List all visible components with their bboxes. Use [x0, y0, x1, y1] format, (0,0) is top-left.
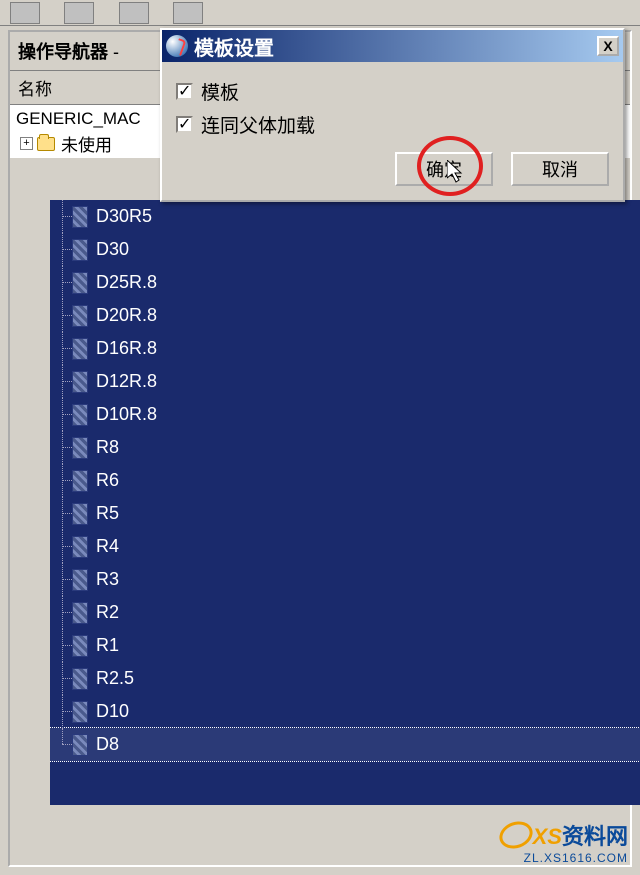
list-item[interactable]: R4 [50, 530, 640, 563]
folder-icon [37, 137, 55, 151]
tool-label: R4 [96, 536, 119, 557]
tool-label: R1 [96, 635, 119, 656]
watermark-url: ZL.XS1616.COM [499, 851, 629, 865]
list-item[interactable]: R2 [50, 596, 640, 629]
tool-icon [72, 371, 88, 393]
tool-label: R5 [96, 503, 119, 524]
dialog-titlebar[interactable]: 模板设置 X [162, 30, 623, 62]
close-button[interactable]: X [597, 36, 619, 56]
watermark-ring-icon [495, 817, 536, 853]
toolbar-button[interactable] [119, 2, 149, 24]
watermark-xs: XS [533, 824, 562, 849]
tool-icon [72, 503, 88, 525]
list-item[interactable]: D16R.8 [50, 332, 640, 365]
list-item[interactable]: R6 [50, 464, 640, 497]
list-item[interactable]: R1 [50, 629, 640, 662]
dialog-button-row: 确定 取消 [176, 152, 609, 186]
tool-label: D30R5 [96, 206, 152, 227]
dialog-title: 模板设置 [194, 32, 597, 61]
tool-label: R3 [96, 569, 119, 590]
tool-icon [72, 668, 88, 690]
tool-list[interactable]: D30R5 D30 D25R.8 D20R.8 D16R.8 D12R.8 D1… [50, 200, 640, 805]
list-item[interactable]: D10R.8 [50, 398, 640, 431]
tool-icon [72, 734, 88, 756]
list-item[interactable]: D12R.8 [50, 365, 640, 398]
tool-label: D16R.8 [96, 338, 157, 359]
tool-label: D10R.8 [96, 404, 157, 425]
list-item[interactable]: D20R.8 [50, 299, 640, 332]
list-item[interactable]: R8 [50, 431, 640, 464]
toolbar-button[interactable] [64, 2, 94, 24]
watermark: XS资料网 ZL.XS1616.COM [499, 818, 629, 865]
navigator-title-text: 操作导航器 [18, 42, 108, 62]
checkbox-icon[interactable] [176, 83, 193, 100]
template-checkbox-label: 模板 [201, 78, 239, 105]
tool-icon [72, 404, 88, 426]
tool-icon [72, 338, 88, 360]
list-item[interactable]: D30 [50, 233, 640, 266]
top-toolbar [0, 0, 640, 26]
watermark-rest: 资料网 [562, 824, 628, 849]
list-item[interactable]: D30R5 [50, 200, 640, 233]
checkbox-icon[interactable] [176, 116, 193, 133]
tool-icon [72, 536, 88, 558]
list-item[interactable]: D10 [50, 695, 640, 728]
toolbar-button[interactable] [10, 2, 40, 24]
ok-button-wrap: 确定 [395, 152, 493, 186]
tool-icon [72, 305, 88, 327]
tool-icon [72, 437, 88, 459]
template-settings-dialog: 模板设置 X 模板 连同父体加载 确定 取消 [160, 28, 625, 202]
load-with-parent-checkbox-label: 连同父体加载 [201, 111, 315, 138]
tool-label: D10 [96, 701, 129, 722]
toolbar-button[interactable] [173, 2, 203, 24]
tool-label: R2.5 [96, 668, 134, 689]
list-item[interactable]: R3 [50, 563, 640, 596]
tool-icon [72, 206, 88, 228]
tool-label: R8 [96, 437, 119, 458]
cancel-button[interactable]: 取消 [511, 152, 609, 186]
tool-icon [72, 569, 88, 591]
tool-label: D8 [96, 734, 119, 755]
tool-label: D25R.8 [96, 272, 157, 293]
tool-label: D12R.8 [96, 371, 157, 392]
tool-icon [72, 602, 88, 624]
tool-icon [72, 635, 88, 657]
list-item[interactable]: R2.5 [50, 662, 640, 695]
load-with-parent-checkbox-row[interactable]: 连同父体加载 [176, 111, 609, 138]
navigator-title-dash: - [108, 42, 119, 62]
list-item[interactable]: D25R.8 [50, 266, 640, 299]
tool-label: D30 [96, 239, 129, 260]
tool-icon [72, 701, 88, 723]
tool-icon [72, 239, 88, 261]
tool-label: R2 [96, 602, 119, 623]
tool-label: R6 [96, 470, 119, 491]
list-item[interactable]: R5 [50, 497, 640, 530]
watermark-brand: XS资料网 [499, 818, 629, 851]
template-checkbox-row[interactable]: 模板 [176, 78, 609, 105]
dialog-body: 模板 连同父体加载 确定 取消 [162, 62, 623, 200]
tool-label: D20R.8 [96, 305, 157, 326]
dialog-icon [166, 35, 188, 57]
list-item[interactable]: D8 [50, 728, 640, 761]
ok-button[interactable]: 确定 [395, 152, 493, 186]
tool-icon [72, 272, 88, 294]
tool-icon [72, 470, 88, 492]
unused-label: 未使用 [61, 131, 112, 156]
expand-icon[interactable]: + [20, 137, 33, 150]
